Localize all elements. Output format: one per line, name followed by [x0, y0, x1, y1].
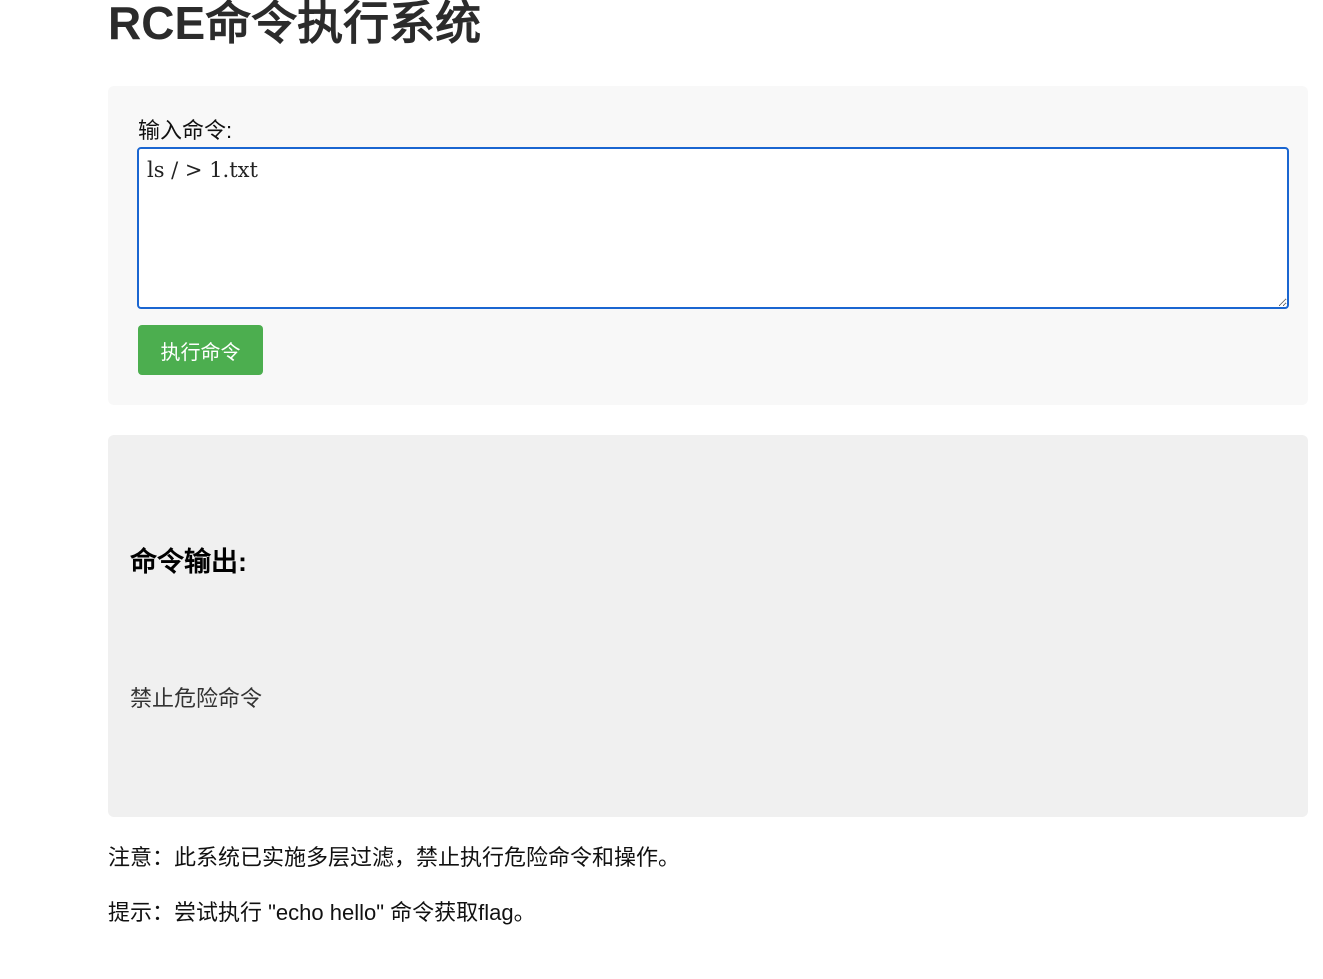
command-form: 输入命令: ls / > 1.txt 执行命令 [108, 86, 1308, 405]
warning-note: 注意：此系统已实施多层过滤，禁止执行危险命令和操作。 [108, 845, 681, 870]
output-title: 命令输出: [130, 547, 247, 577]
command-output-panel: 命令输出: 禁止危险命令 [108, 435, 1308, 817]
output-text: 禁止危险命令 [130, 687, 263, 712]
command-input[interactable]: ls / > 1.txt [137, 147, 1289, 309]
execute-command-button[interactable]: 执行命令 [138, 325, 263, 375]
command-label: 输入命令: [138, 118, 233, 143]
page-title: RCE命令执行系统 [108, 0, 482, 49]
hint-note: 提示：尝试执行 "echo hello" 命令获取flag。 [108, 900, 536, 925]
page: RCE命令执行系统 输入命令: ls / > 1.txt 执行命令 命令输出: … [0, 0, 1323, 979]
